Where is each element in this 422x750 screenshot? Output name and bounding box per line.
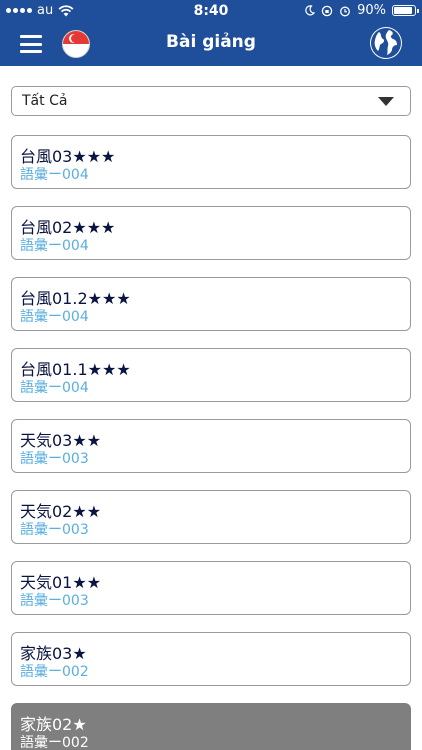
dropdown-selected-value: Tất Cả bbox=[22, 93, 68, 109]
moon-icon bbox=[305, 5, 316, 16]
caret-down-icon bbox=[378, 97, 394, 106]
category-dropdown[interactable]: Tất Cả bbox=[11, 86, 411, 116]
lesson-item-selected[interactable]: 家族02★ 語彙ー002 bbox=[11, 703, 411, 750]
globe-icon[interactable] bbox=[370, 27, 402, 59]
lesson-subtitle: 語彙ー002 bbox=[20, 664, 89, 680]
lesson-item[interactable]: 家族03★ 語彙ー002 bbox=[11, 632, 411, 686]
app-header: au 8:40 90% Bài giảng bbox=[0, 0, 422, 66]
lesson-subtitle: 語彙ー004 bbox=[20, 167, 89, 183]
lesson-item[interactable]: 台風02★★★ 語彙ー004 bbox=[11, 206, 411, 260]
lesson-item[interactable]: 天気02★★ 語彙ー003 bbox=[11, 490, 411, 544]
nav-bar: Bài giảng bbox=[0, 22, 422, 66]
lesson-subtitle: 語彙ー002 bbox=[20, 735, 89, 750]
battery-percent: 90% bbox=[357, 3, 386, 18]
status-right: 90% bbox=[304, 3, 419, 18]
alarm-icon bbox=[340, 6, 351, 16]
status-bar: au 8:40 90% bbox=[0, 0, 422, 22]
battery-icon bbox=[392, 5, 419, 16]
lesson-item[interactable]: 天気03★★ 語彙ー003 bbox=[11, 419, 411, 473]
lesson-item[interactable]: 台風03★★★ 語彙ー004 bbox=[11, 135, 411, 189]
lesson-subtitle: 語彙ー004 bbox=[20, 238, 89, 254]
lesson-subtitle: 語彙ー003 bbox=[20, 593, 89, 609]
lesson-item[interactable]: 台風01.2★★★ 語彙ー004 bbox=[11, 277, 411, 331]
page-title: Bài giảng bbox=[166, 32, 256, 52]
rotation-lock-icon bbox=[321, 5, 333, 16]
lesson-subtitle: 語彙ー003 bbox=[20, 451, 89, 467]
lesson-item[interactable]: 台風01.1★★★ 語彙ー004 bbox=[11, 348, 411, 402]
lesson-subtitle: 語彙ー003 bbox=[20, 522, 89, 538]
lesson-item[interactable]: 天気01★★ 語彙ー003 bbox=[11, 561, 411, 615]
lesson-subtitle: 語彙ー004 bbox=[20, 309, 89, 325]
lesson-subtitle: 語彙ー004 bbox=[20, 380, 89, 396]
